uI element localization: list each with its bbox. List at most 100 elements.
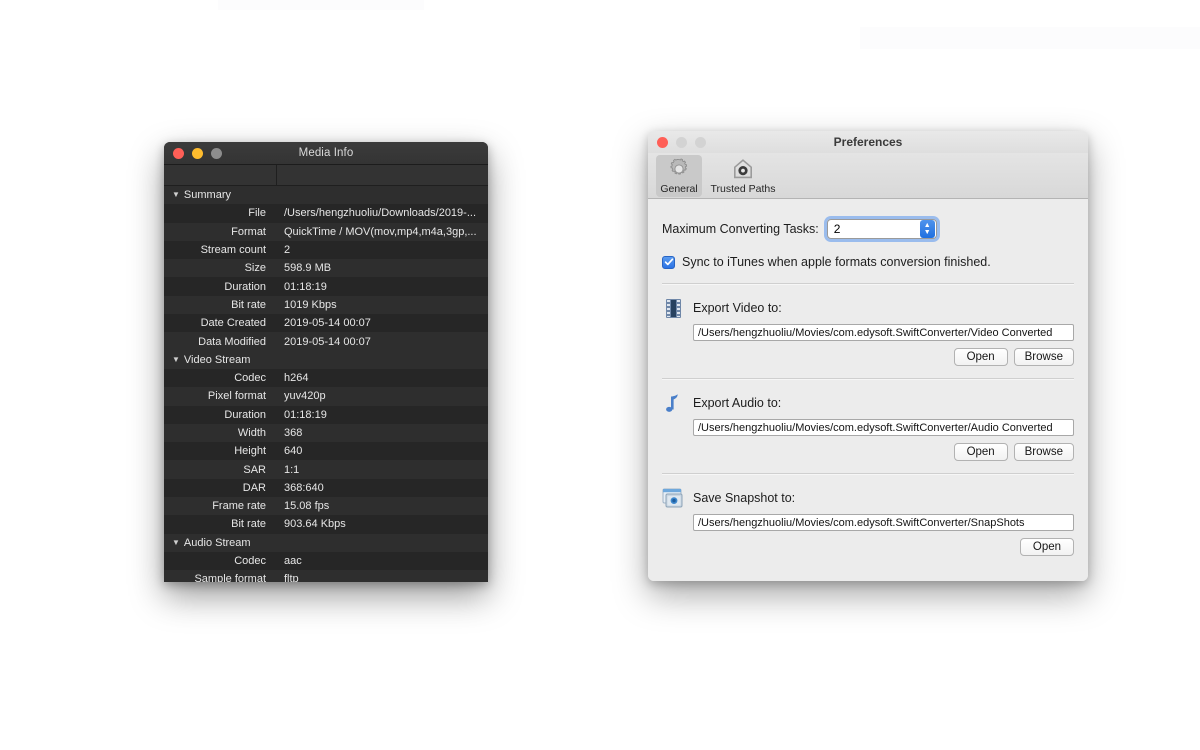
zoom-button[interactable] [211,147,222,159]
table-row[interactable]: Format QuickTime / MOV(mov,mp4,m4a,3gp,..… [164,222,488,241]
checkmark-icon [664,258,673,266]
column-header-key[interactable] [164,165,277,185]
table-row[interactable]: Duration 01:18:19 [164,277,488,296]
row-value: 1:1 [276,460,488,479]
gear-icon [667,157,691,181]
row-value: yuv420p [276,387,488,406]
table-row[interactable]: Duration 01:18:19 [164,405,488,424]
export-audio-open-button[interactable]: Open [953,443,1008,461]
export-audio-title: Export Audio to: [693,396,782,410]
disclosure-triangle-icon[interactable]: ▼ [172,538,180,547]
row-value: 640 [276,442,488,461]
sync-itunes-row[interactable]: Sync to iTunes when apple formats conver… [662,255,1074,269]
row-value: QuickTime / MOV(mov,mp4,m4a,3gp,... [276,222,488,241]
export-audio-path-field[interactable]: /Users/hengzhuoliu/Movies/com.edysoft.Sw… [693,419,1074,436]
stepper-up-icon[interactable]: ▲ [924,222,931,229]
table-row[interactable]: Pixel format yuv420p [164,387,488,406]
house-shield-icon [731,157,755,181]
row-key: Pixel format [164,387,276,406]
minimize-button[interactable] [192,147,203,159]
max-tasks-stepper[interactable]: ▲ ▼ [826,219,937,239]
tab-trusted-paths-label: Trusted Paths [710,183,776,195]
media-info-window[interactable]: Media Info ▼ Summary File/Users/hengzhuoli… [164,142,488,582]
preferences-window[interactable]: Preferences General Trusted Paths Maximu… [648,131,1088,581]
row-key: Stream count [164,240,276,260]
menubar-ghost-right [860,27,1200,49]
media-info-titlebar[interactable]: Media Info [164,142,488,165]
table-group-row[interactable]: ▼ Summary [164,186,488,205]
film-strip-icon [662,297,684,319]
sync-itunes-checkbox[interactable] [662,255,675,269]
disclosure-triangle-icon[interactable]: ▼ [172,355,180,364]
row-key: Format [164,222,276,241]
export-video-header: Export Video to: [662,295,1074,321]
table-row[interactable]: DAR 368:640 [164,478,488,498]
section-export-video: Export Video to: /Users/hengzhuoliu/Movi… [662,285,1074,366]
row-value: h264 [276,368,488,388]
group-value [276,186,488,205]
export-video-open-button[interactable]: Open [953,348,1008,366]
export-video-path-field[interactable]: /Users/hengzhuoliu/Movies/com.edysoft.Sw… [693,324,1074,341]
row-key: Data Modified [164,332,276,351]
table-row[interactable]: Frame rate 15.08 fps [164,497,488,516]
group-label: ▼ Video Stream [164,350,276,369]
table-row[interactable]: Height 640 [164,442,488,461]
row-value: 15.08 fps [276,497,488,516]
row-key: Size [164,259,276,278]
close-button[interactable] [173,147,184,159]
table-row[interactable]: Data Modified 2019-05-14 00:07 [164,332,488,351]
minimize-button[interactable] [676,136,687,148]
stepper-arrows-icon[interactable]: ▲ ▼ [919,220,935,238]
row-key: DAR [164,478,276,498]
export-video-browse-button[interactable]: Browse [1013,348,1074,366]
table-group-row[interactable]: ▼ Video Stream [164,350,488,369]
column-header-value[interactable] [277,165,488,185]
media-info-column-header[interactable] [164,165,488,186]
row-value: 2019-05-14 00:07 [276,332,488,351]
table-row[interactable]: Bit rate 903.64 Kbps [164,515,488,534]
save-snapshot-title: Save Snapshot to: [693,491,796,505]
table-row[interactable]: Codec h264 [164,368,488,388]
save-snapshot-header: Save Snapshot to: [662,485,1074,511]
close-button[interactable] [657,136,668,148]
window-controls[interactable] [173,147,222,159]
zoom-button[interactable] [695,136,706,148]
group-label: ▼ Summary [164,186,276,205]
row-value: 368:640 [276,478,488,498]
save-snapshot-open-button[interactable]: Open [1020,538,1074,556]
table-group-row[interactable]: ▼ Audio Stream [164,533,488,552]
row-key: Date Created [164,314,276,333]
export-video-title: Export Video to: [693,301,782,315]
table-row[interactable]: Bit rate 1019 Kbps [164,295,488,315]
table-row[interactable]: File/Users/hengzhuoliu/Downloads/2019-..… [164,204,488,223]
table-row[interactable]: Size 598.9 MB [164,259,488,278]
disclosure-triangle-icon[interactable]: ▼ [172,190,180,199]
preferences-titlebar[interactable]: Preferences [648,131,1088,153]
export-video-buttons: Open Browse [662,348,1074,366]
row-key: Bit rate [164,515,276,534]
stepper-down-icon[interactable]: ▼ [924,229,931,236]
table-row[interactable]: Date Created 2019-05-14 00:07 [164,314,488,333]
row-value: 903.64 Kbps [276,515,488,534]
export-audio-buttons: Open Browse [662,443,1074,461]
table-row[interactable]: SAR 1:1 [164,460,488,479]
window-controls[interactable] [657,136,706,148]
table-row[interactable]: Codec aac [164,551,488,571]
sync-itunes-label: Sync to iTunes when apple formats conver… [682,255,991,269]
group-value [276,350,488,369]
table-row[interactable]: Width 368 [164,423,488,443]
snapshot-camera-icon [662,487,684,509]
row-key: SAR [164,460,276,479]
tab-trusted-paths[interactable]: Trusted Paths [706,155,780,197]
export-audio-browse-button[interactable]: Browse [1013,443,1074,461]
max-tasks-label: Maximum Converting Tasks: [662,222,819,236]
table-row[interactable]: Stream count 2 [164,240,488,260]
menubar-ghost-left [218,0,424,10]
table-row[interactable]: Sample format fltp [164,570,488,582]
desktop-background: Media Info ▼ Summary File/Users/hengzhuoli… [0,0,1200,750]
row-value: 2 [276,240,488,260]
group-label: ▼ Audio Stream [164,533,276,552]
media-info-table: ▼ Summary File/Users/hengzhuoliu/Downloads… [164,186,488,582]
save-snapshot-path-field[interactable]: /Users/hengzhuoliu/Movies/com.edysoft.Sw… [693,514,1074,531]
tab-general[interactable]: General [656,155,702,197]
